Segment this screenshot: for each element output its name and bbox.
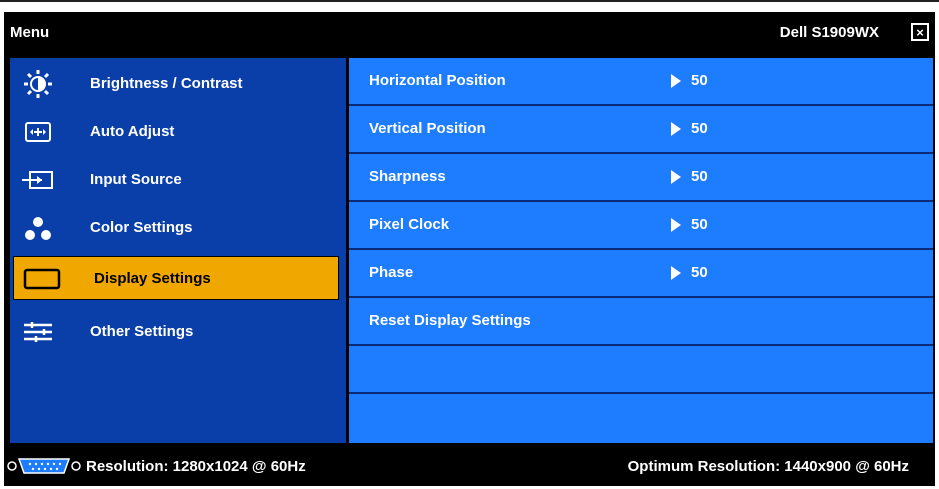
sidebar-item-brightness-contrast[interactable]: Brightness / Contrast xyxy=(10,62,346,106)
setting-value: 50 xyxy=(671,120,708,137)
brightness-icon xyxy=(18,70,58,98)
close-icon: × xyxy=(916,24,924,40)
setting-row-pixel-clock[interactable]: Pixel Clock 50 xyxy=(349,202,933,250)
close-button[interactable]: × xyxy=(911,23,929,41)
setting-row-phase[interactable]: Phase 50 xyxy=(349,250,933,298)
color-settings-icon xyxy=(18,214,58,242)
vga-connector-icon xyxy=(6,457,84,475)
osd-header: Menu Dell S1909WX × xyxy=(4,12,935,54)
setting-value: 50 xyxy=(671,72,708,89)
sidebar-item-label: Display Settings xyxy=(94,270,211,287)
current-resolution: Resolution: 1280x1024 @ 60Hz xyxy=(86,458,306,475)
setting-row-sharpness[interactable]: Sharpness 50 xyxy=(349,154,933,202)
setting-label: Sharpness xyxy=(369,168,446,185)
sidebar-item-auto-adjust[interactable]: Auto Adjust xyxy=(10,110,346,154)
arrow-right-icon xyxy=(671,73,681,88)
osd-menu: Menu Dell S1909WX × Brightness / Contras… xyxy=(0,0,939,489)
sidebar-item-label: Other Settings xyxy=(90,323,194,340)
settings-panel: Horizontal Position 50 Vertical Position… xyxy=(349,58,933,443)
setting-label: Phase xyxy=(369,264,414,281)
osd-frame: Menu Dell S1909WX × Brightness / Contras… xyxy=(4,12,935,486)
setting-value-text: 50 xyxy=(691,216,708,233)
input-source-icon xyxy=(18,166,58,194)
top-rule xyxy=(0,0,939,8)
setting-value-text: 50 xyxy=(691,168,708,185)
setting-label: Vertical Position xyxy=(369,120,486,137)
setting-row-empty xyxy=(349,394,933,443)
sidebar-item-label: Auto Adjust xyxy=(90,123,175,140)
menu-title: Menu xyxy=(10,24,50,41)
sidebar-item-color-settings[interactable]: Color Settings xyxy=(10,206,346,250)
arrow-right-icon xyxy=(671,169,681,184)
sidebar-item-other-settings[interactable]: Other Settings xyxy=(10,310,346,354)
setting-label: Horizontal Position xyxy=(369,72,506,89)
arrow-right-icon xyxy=(671,217,681,232)
status-bar: Resolution: 1280x1024 @ 60Hz Optimum Res… xyxy=(4,446,935,486)
sidebar-item-label: Brightness / Contrast xyxy=(90,75,243,92)
setting-value: 50 xyxy=(671,168,708,185)
setting-value: 50 xyxy=(671,264,708,281)
arrow-right-icon xyxy=(671,121,681,136)
model-name: Dell S1909WX xyxy=(779,24,879,41)
setting-value-text: 50 xyxy=(691,120,708,137)
setting-row-vertical-position[interactable]: Vertical Position 50 xyxy=(349,106,933,154)
other-settings-icon xyxy=(18,318,58,346)
sidebar-item-display-settings[interactable]: Display Settings xyxy=(13,256,339,300)
setting-row-empty xyxy=(349,346,933,394)
setting-row-horizontal-position[interactable]: Horizontal Position 50 xyxy=(349,58,933,106)
arrow-right-icon xyxy=(671,265,681,280)
sidebar: Brightness / Contrast Auto Adjust Input … xyxy=(10,58,346,443)
setting-label: Reset Display Settings xyxy=(369,312,531,329)
sidebar-item-label: Input Source xyxy=(90,171,182,188)
display-settings-icon xyxy=(21,265,61,293)
sidebar-item-label: Color Settings xyxy=(90,219,193,236)
setting-value-text: 50 xyxy=(691,72,708,89)
setting-row-reset-display-settings[interactable]: Reset Display Settings xyxy=(349,298,933,346)
optimum-resolution: Optimum Resolution: 1440x900 @ 60Hz xyxy=(627,458,909,475)
setting-label: Pixel Clock xyxy=(369,216,450,233)
setting-value: 50 xyxy=(671,216,708,233)
sidebar-item-input-source[interactable]: Input Source xyxy=(10,158,346,202)
auto-adjust-icon xyxy=(18,118,58,146)
setting-value-text: 50 xyxy=(691,264,708,281)
